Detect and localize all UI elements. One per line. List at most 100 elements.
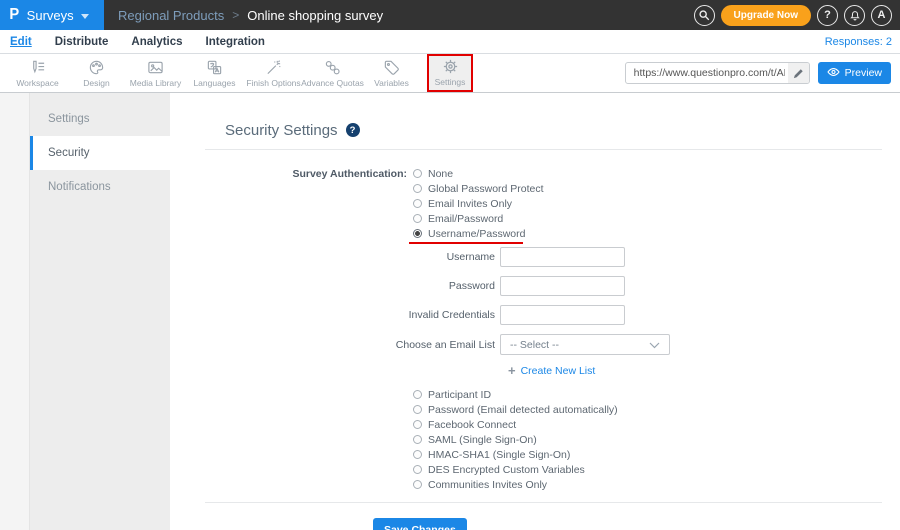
radio-hmac-sha1[interactable] (413, 450, 422, 459)
radio-des-encrypted[interactable] (413, 465, 422, 474)
radio-option-global-password-protect[interactable]: Global Password Protect (413, 181, 544, 196)
create-new-list-label: Create New List (520, 364, 596, 377)
tab-analytics[interactable]: Analytics (131, 36, 182, 48)
settings-sidebar: Settings Security Notifications (30, 93, 170, 530)
chevron-down-icon (80, 13, 89, 19)
eye-icon (826, 67, 840, 80)
auth-options-bottom: Participant ID Password (Email detected … (413, 387, 900, 492)
tab-integration[interactable]: Integration (206, 36, 265, 48)
toolbar-item-label: Workspace (16, 77, 59, 88)
survey-url-input[interactable] (624, 62, 810, 84)
radio-password-email-detected[interactable] (413, 405, 422, 414)
plus-icon: + (508, 363, 516, 378)
sidebar-item-security[interactable]: Security (30, 136, 170, 170)
radio-saml[interactable] (413, 435, 422, 444)
content-area: Settings Security Notifications Security… (0, 93, 900, 530)
finish-options-icon (265, 59, 282, 76)
toolbar-item-variables[interactable]: Variables (362, 57, 421, 90)
survey-authentication-label: Survey Authentication: (292, 168, 407, 180)
topbar-actions: Upgrade Now ? A (693, 0, 900, 30)
radio-option-email-invites-only[interactable]: Email Invites Only (413, 196, 512, 211)
edit-url-pencil-icon[interactable] (787, 63, 809, 83)
left-gutter (0, 93, 30, 530)
field-row-invalid-credentials: Invalid Credentials (170, 305, 900, 325)
field-row-email-list: Choose an Email List -- Select -- (170, 334, 900, 355)
create-new-list-link[interactable]: + Create New List (508, 364, 595, 377)
auth-row: Survey Authentication: None Global Passw… (170, 166, 900, 244)
toolbar-item-workspace[interactable]: Workspace (8, 57, 67, 90)
toolbar-item-label: Finish Options (246, 77, 301, 88)
upgrade-now-button[interactable]: Upgrade Now (720, 4, 811, 26)
chevron-down-icon (649, 336, 660, 354)
radio-option-saml[interactable]: SAML (Single Sign-On) (413, 432, 537, 447)
heading-row: Security Settings ? (225, 121, 900, 139)
breadcrumb-folder[interactable]: Regional Products (118, 8, 224, 23)
toolbar-item-settings[interactable]: Settings (427, 54, 473, 92)
toolbar-item-label: Variables (374, 77, 409, 88)
sidebar-item-notifications[interactable]: Notifications (30, 170, 170, 204)
radio-option-des-encrypted[interactable]: DES Encrypted Custom Variables (413, 462, 585, 477)
radio-option-password-email-detected[interactable]: Password (Email detected automatically) (413, 402, 618, 417)
email-list-select-value: -- Select -- (510, 338, 560, 351)
toolbar-item-media-library[interactable]: Media Library (126, 57, 185, 90)
username-input[interactable] (500, 247, 625, 267)
help-icon[interactable]: ? (817, 4, 838, 26)
security-form: Survey Authentication: None Global Passw… (170, 166, 900, 492)
tab-edit[interactable]: Edit (10, 36, 32, 48)
advance-quotas-icon (324, 59, 341, 76)
surveys-menu[interactable]: P Surveys (0, 0, 104, 30)
save-row: Save Changes (373, 518, 900, 530)
radio-none[interactable] (413, 169, 422, 178)
preview-button-label: Preview (844, 67, 882, 79)
radio-option-none[interactable]: None (413, 166, 453, 181)
radio-email-password[interactable] (413, 214, 422, 223)
radio-communities-invites[interactable] (413, 480, 422, 489)
design-icon (88, 59, 105, 76)
radio-facebook-connect[interactable] (413, 420, 422, 429)
radio-option-facebook-connect[interactable]: Facebook Connect (413, 417, 516, 432)
radio-option-hmac-sha1[interactable]: HMAC-SHA1 (Single Sign-On) (413, 447, 570, 462)
responses-count[interactable]: Responses: 2 (825, 36, 892, 48)
radio-participant-id[interactable] (413, 390, 422, 399)
radio-option-username-password[interactable]: Username/Password (408, 226, 525, 244)
radio-option-participant-id[interactable]: Participant ID (413, 387, 491, 402)
preview-button[interactable]: Preview (817, 62, 891, 84)
save-changes-button[interactable]: Save Changes (373, 518, 467, 530)
media-library-icon (147, 59, 164, 76)
invalid-credentials-input[interactable] (500, 305, 625, 325)
toolbar-item-label: Design (83, 77, 110, 88)
divider (205, 502, 882, 503)
email-list-select[interactable]: -- Select -- (500, 334, 670, 355)
search-icon[interactable] (693, 4, 715, 26)
radio-global-password-protect[interactable] (413, 184, 422, 193)
settings-gear-icon (442, 58, 459, 75)
questionpro-logo-icon: P (9, 6, 20, 23)
password-input[interactable] (500, 276, 625, 296)
toolbar-right: Preview (624, 62, 900, 84)
security-settings-panel: Security Settings ? Survey Authenticatio… (170, 93, 900, 530)
invalid-credentials-label: Invalid Credentials (408, 309, 495, 321)
topbar: P Surveys Regional Products > Online sho… (0, 0, 900, 30)
survey-nav: Edit Distribute Analytics Integration Re… (0, 30, 900, 54)
toolbar-item-languages[interactable]: Languages (185, 57, 244, 90)
notifications-bell-icon[interactable] (844, 4, 865, 26)
toolbar-item-finish-options[interactable]: Finish Options (244, 57, 303, 90)
workspace-icon (29, 59, 46, 76)
password-label: Password (448, 280, 495, 292)
username-label: Username (446, 251, 495, 263)
survey-url-field (624, 62, 810, 84)
toolbar-item-advance-quotas[interactable]: Advance Quotas (301, 57, 364, 90)
divider (205, 149, 882, 150)
page-title: Security Settings (225, 121, 338, 139)
toolbar-item-design[interactable]: Design (67, 57, 126, 90)
avatar[interactable]: A (871, 4, 892, 26)
tab-distribute[interactable]: Distribute (55, 36, 109, 48)
help-question-icon[interactable]: ? (345, 123, 360, 137)
radio-email-invites-only[interactable] (413, 199, 422, 208)
toolbar-item-label: Advance Quotas (301, 77, 364, 88)
radio-option-communities-invites[interactable]: Communities Invites Only (413, 477, 547, 492)
surveys-menu-label: Surveys (26, 7, 74, 23)
sidebar-item-settings[interactable]: Settings (30, 102, 170, 136)
radio-option-email-password[interactable]: Email/Password (413, 211, 503, 226)
radio-username-password[interactable] (413, 229, 422, 238)
